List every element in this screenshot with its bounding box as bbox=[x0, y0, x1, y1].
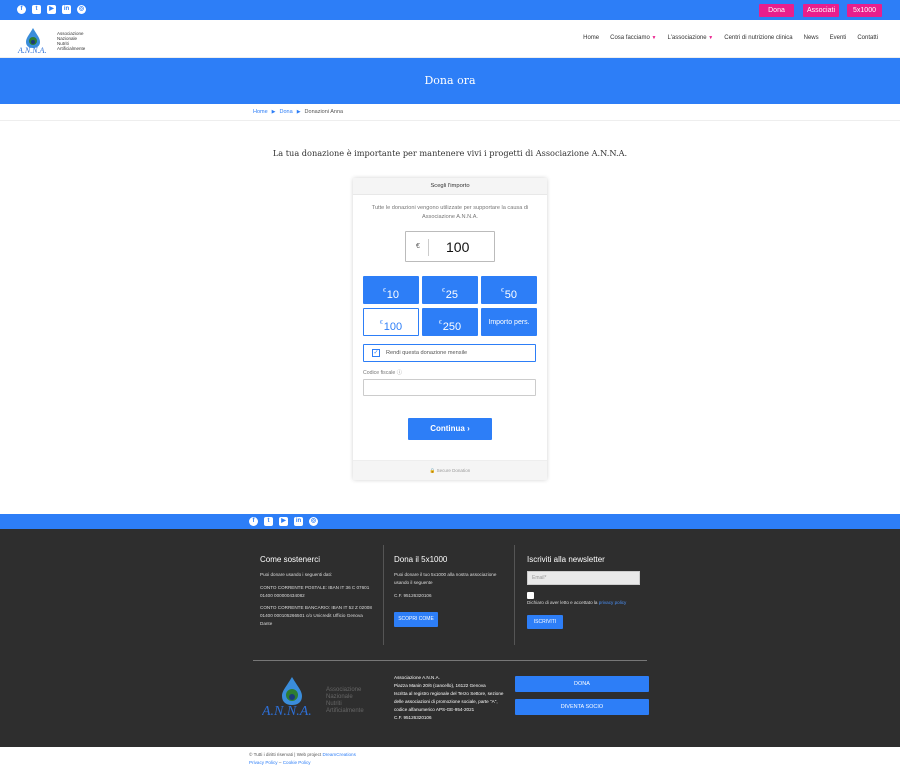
logo-text: A.N.N.A. bbox=[17, 46, 46, 54]
site-footer: Come sostenerci Puoi donare usando i seg… bbox=[0, 529, 900, 747]
help-icon[interactable]: ⓘ bbox=[397, 370, 402, 376]
chevron-right-icon: ▶ bbox=[296, 109, 301, 115]
privacy-policy-link[interactable]: privacy policy bbox=[599, 600, 627, 605]
breadcrumb-current: Donazioni Anna bbox=[304, 109, 344, 115]
svg-text:A.N.N.A.: A.N.N.A. bbox=[262, 704, 312, 717]
lock-icon: 🔒 bbox=[429, 468, 436, 473]
top-5x1000-button[interactable]: 5x1000 bbox=[847, 4, 882, 17]
nav-cosa-facciamo[interactable]: Cosa facciamo ▼ bbox=[610, 35, 656, 41]
main-nav: Home Cosa facciamo ▼ L'associazione ▼ Ce… bbox=[583, 35, 878, 41]
instagram-icon[interactable]: ◎ bbox=[309, 517, 318, 526]
monthly-toggle[interactable]: ✓ Rendi questa donazione mensile bbox=[363, 344, 536, 362]
linkedin-icon[interactable]: in bbox=[62, 5, 71, 14]
site-logo[interactable]: A.N.N.A. Associazione Nazionale Nutriti … bbox=[17, 26, 87, 55]
footer-logo: A.N.N.A. Associazione Nazionale Nutriti … bbox=[261, 675, 372, 719]
breadcrumb-dona[interactable]: Dona bbox=[280, 109, 293, 115]
privacy-consent-text: Dichiaro di aver letto e accettato la pr… bbox=[527, 600, 627, 605]
amount-option-250[interactable]: €250 bbox=[422, 308, 478, 336]
cf-input[interactable] bbox=[363, 379, 536, 396]
linkedin-icon[interactable]: in bbox=[294, 517, 303, 526]
site-header: A.N.N.A. Associazione Nazionale Nutriti … bbox=[0, 20, 900, 58]
nav-news[interactable]: News bbox=[804, 35, 819, 41]
credit-link[interactable]: DreamCreations bbox=[322, 752, 355, 757]
footer-divider bbox=[383, 545, 384, 645]
social-links: f t ▶ in ◎ bbox=[17, 5, 86, 14]
currency-symbol: € bbox=[416, 243, 420, 250]
footer-col1-title: Come sostenerci bbox=[260, 555, 321, 564]
subscribe-button[interactable]: ISCRIVITI bbox=[527, 615, 563, 629]
amount-option-custom[interactable]: Importo pers. bbox=[481, 308, 537, 336]
instagram-icon[interactable]: ◎ bbox=[77, 5, 86, 14]
nav-eventi[interactable]: Eventi bbox=[830, 35, 847, 41]
footer-col1-intro: Puoi donare usando i seguenti dati: bbox=[260, 572, 333, 577]
footer-col2-text: Puoi donare il tuo 5x1000 alla nostra as… bbox=[394, 572, 497, 585]
breadcrumb: Home ▶ Dona ▶ Donazioni Anna bbox=[253, 109, 343, 115]
footer-logo-subtitle: Associazione Nazionale Nutriti Artificia… bbox=[326, 687, 364, 714]
youtube-icon[interactable]: ▶ bbox=[47, 5, 56, 14]
footer-social-bar: f t ▶ in ◎ bbox=[0, 514, 900, 529]
secure-footer: 🔒 Secure Donation bbox=[353, 460, 547, 480]
footer-bank-account: CONTO CORRENTE BANCARIO: IBAN IT 52 Z 02… bbox=[260, 605, 372, 626]
twitter-icon[interactable]: t bbox=[264, 517, 273, 526]
bottom-bar: © Tutti i diritti riservati | Web projec… bbox=[0, 747, 900, 772]
amount-value: 100 bbox=[446, 239, 470, 255]
facebook-icon[interactable]: f bbox=[17, 5, 26, 14]
amount-option-100[interactable]: €100 bbox=[363, 308, 419, 336]
legal-links: Privacy Policy – Cookie Policy bbox=[249, 760, 311, 765]
scopri-come-button[interactable]: SCOPRI COME bbox=[394, 612, 438, 627]
footer-postal-account: CONTO CORRENTE POSTALE: IBAN IT 36 C 076… bbox=[260, 585, 370, 598]
footer-social-links: f t ▶ in ◎ bbox=[249, 517, 318, 526]
footer-address: Associazione A.N.N.A. Piazza Manin 20/6 … bbox=[394, 675, 504, 720]
footer-horizontal-divider bbox=[253, 660, 647, 661]
footer-col2-title: Dona il 5x1000 bbox=[394, 555, 448, 564]
divider bbox=[0, 120, 900, 121]
cf-label: Codice fiscale ⓘ bbox=[363, 370, 402, 376]
youtube-icon[interactable]: ▶ bbox=[279, 517, 288, 526]
continue-button[interactable]: Continua › bbox=[408, 418, 492, 440]
page-hero: Dona ora bbox=[0, 58, 900, 104]
footer-dona-button[interactable]: DONA bbox=[515, 676, 649, 692]
breadcrumb-home[interactable]: Home bbox=[253, 109, 268, 115]
intro-text: La tua donazione è importante per manten… bbox=[272, 148, 628, 158]
chevron-down-icon: ▼ bbox=[708, 35, 714, 41]
amount-option-10[interactable]: €10 bbox=[363, 276, 419, 304]
drop-logo-icon: A.N.N.A. bbox=[17, 28, 46, 55]
footer-col3-title: Iscriviti alla newsletter bbox=[527, 555, 605, 564]
cookie-policy-link[interactable]: Cookie Policy bbox=[283, 760, 311, 765]
divider bbox=[428, 239, 429, 256]
twitter-icon[interactable]: t bbox=[32, 5, 41, 14]
page-title: Dona ora bbox=[424, 74, 476, 87]
top-bar: f t ▶ in ◎ Dona Associati 5x1000 bbox=[0, 0, 900, 20]
amount-input[interactable]: € 100 bbox=[405, 231, 495, 262]
chevron-right-icon: › bbox=[467, 424, 470, 433]
privacy-policy-link[interactable]: Privacy Policy bbox=[249, 760, 278, 765]
nav-centri[interactable]: Centri di nutrizione clinica bbox=[724, 35, 792, 41]
logo-subtitle: Associazione Nazionale Nutriti Artificia… bbox=[57, 31, 86, 51]
chevron-right-icon: ▶ bbox=[271, 109, 276, 115]
donation-form-header: Scegli l'importo bbox=[353, 178, 547, 195]
nav-associazione[interactable]: L'associazione ▼ bbox=[667, 35, 713, 41]
nav-contatti[interactable]: Contatti bbox=[857, 35, 878, 41]
checkbox-checked-icon[interactable]: ✓ bbox=[372, 349, 380, 357]
donation-description: Tutte le donazioni vengono utilizzate pe… bbox=[371, 205, 529, 220]
chevron-down-icon: ▼ bbox=[651, 35, 657, 41]
facebook-icon[interactable]: f bbox=[249, 517, 258, 526]
copyright: © Tutti i diritti riservati | Web projec… bbox=[249, 752, 356, 757]
amount-option-50[interactable]: €50 bbox=[481, 276, 537, 304]
donation-form: Scegli l'importo Tutte le donazioni veng… bbox=[353, 178, 547, 480]
newsletter-email-input[interactable]: Email* bbox=[527, 571, 640, 585]
amount-option-25[interactable]: €25 bbox=[422, 276, 478, 304]
footer-col2-cf: C.F. 95126320106 bbox=[394, 593, 432, 598]
footer-diventa-socio-button[interactable]: DIVENTA SOCIO bbox=[515, 699, 649, 715]
top-dona-button[interactable]: Dona bbox=[759, 4, 794, 17]
privacy-checkbox[interactable] bbox=[527, 592, 534, 599]
footer-divider bbox=[514, 545, 515, 645]
monthly-label: Rendi questa donazione mensile bbox=[386, 350, 468, 356]
nav-home[interactable]: Home bbox=[583, 35, 599, 41]
top-associati-button[interactable]: Associati bbox=[803, 4, 839, 17]
